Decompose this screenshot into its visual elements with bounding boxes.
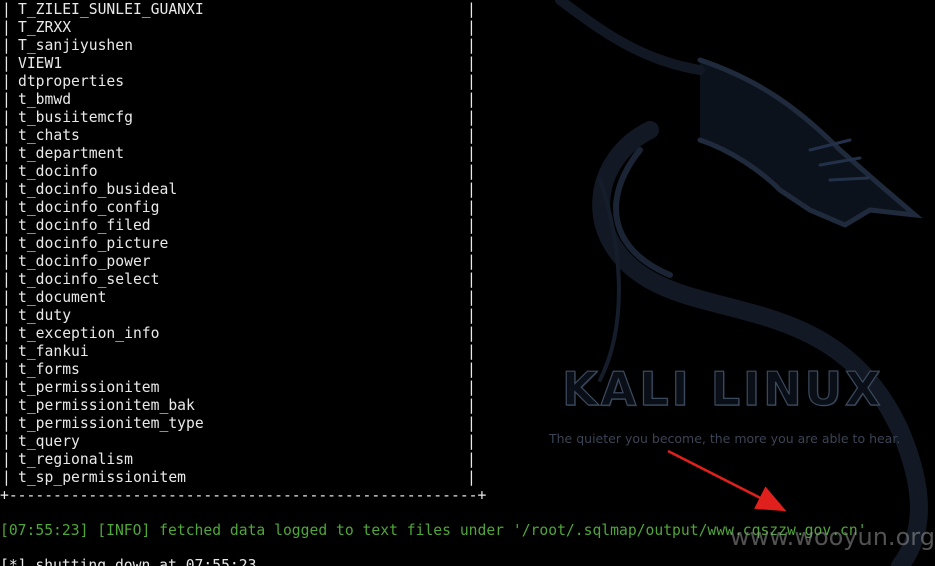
table-row-left-border: | <box>2 289 11 306</box>
table-row-right-border: | <box>467 1 476 18</box>
table-row-right-border: | <box>467 145 476 162</box>
table-row-left-border: | <box>2 361 11 378</box>
table-row-right-border: | <box>467 361 476 378</box>
table-row-value: t_exception_info <box>18 325 160 342</box>
wooyun-watermark: www.wooyun.org <box>730 523 935 551</box>
table-row-right-border: | <box>467 271 476 288</box>
table-row-right-border: | <box>467 73 476 90</box>
terminal-window[interactable]: | T_ZILEI_SUNLEI_GUANXI | | T_ZRXX | | T_sanjiy… <box>0 0 935 566</box>
table-row-value: t_docinfo_select <box>18 271 160 288</box>
table-row-left-border: | <box>2 307 11 324</box>
table-row-right-border: | <box>467 55 476 72</box>
table-row-left-border: | <box>2 379 11 396</box>
table-row-value: t_permissionitem <box>18 379 160 396</box>
table-row-value: t_sp_permissionitem <box>18 469 187 486</box>
table-row-right-border: | <box>467 91 476 108</box>
table-row-left-border: | <box>2 1 11 18</box>
table-row-left-border: | <box>2 469 11 486</box>
table-row-value: t_permissionitem_bak <box>18 397 195 414</box>
table-row-right-border: | <box>467 253 476 270</box>
table-row-right-border: | <box>467 469 476 486</box>
table-row-value: T_ZRXX <box>18 19 72 36</box>
table-row-right-border: | <box>467 235 476 252</box>
table-row-left-border: | <box>2 217 11 234</box>
table-row-left-border: | <box>2 397 11 414</box>
table-row-right-border: | <box>467 451 476 468</box>
table-row-left-border: | <box>2 451 11 468</box>
table-row-right-border: | <box>467 217 476 234</box>
table-row-value: t_docinfo_busideal <box>18 181 178 198</box>
table-row-left-border: | <box>2 325 11 342</box>
table-row-right-border: | <box>467 181 476 198</box>
table-row-left-border: | <box>2 19 11 36</box>
table-row-right-border: | <box>467 289 476 306</box>
table-row-left-border: | <box>2 343 11 360</box>
table-row-value: t_fankui <box>18 343 89 360</box>
table-row-value: t_busiitemcfg <box>18 109 133 126</box>
table-row-left-border: | <box>2 415 11 432</box>
table-row-value: VIEW1 <box>18 55 63 72</box>
table-row-right-border: | <box>467 109 476 126</box>
table-row-left-border: | <box>2 127 11 144</box>
table-row-left-border: | <box>2 145 11 162</box>
table-row-left-border: | <box>2 55 11 72</box>
shutdown-log-line: [*] shutting down at 07:55:23 <box>0 557 257 566</box>
table-row-right-border: | <box>467 307 476 324</box>
table-row-value: t_forms <box>18 361 80 378</box>
table-row-value: t_document <box>18 289 107 306</box>
table-row-value: T_ZILEI_SUNLEI_GUANXI <box>18 1 204 18</box>
table-row-value: T_sanjiyushen <box>18 37 133 54</box>
table-row-left-border: | <box>2 235 11 252</box>
table-row-value: t_permissionitem_type <box>18 415 204 432</box>
table-row-left-border: | <box>2 181 11 198</box>
table-row-value: t_query <box>18 433 80 450</box>
table-row-right-border: | <box>467 163 476 180</box>
table-row-right-border: | <box>467 37 476 54</box>
table-row-value: t_department <box>18 145 125 162</box>
table-row-value: t_docinfo_filed <box>18 217 151 234</box>
table-row-value: t_docinfo_config <box>18 199 160 216</box>
table-row-left-border: | <box>2 163 11 180</box>
table-row-value: t_regionalism <box>18 451 133 468</box>
table-row-value: t_duty <box>18 307 72 324</box>
table-row-right-border: | <box>467 433 476 450</box>
table-row-value: t_docinfo_picture <box>18 235 169 252</box>
table-row-value: t_docinfo_power <box>18 253 151 270</box>
table-row-left-border: | <box>2 109 11 126</box>
table-row-right-border: | <box>467 199 476 216</box>
table-row-left-border: | <box>2 271 11 288</box>
table-row-right-border: | <box>467 397 476 414</box>
table-row-left-border: | <box>2 253 11 270</box>
table-bottom-border: +---------------------------------------… <box>0 487 487 504</box>
table-row-right-border: | <box>467 379 476 396</box>
table-row-left-border: | <box>2 433 11 450</box>
table-row-value: t_chats <box>18 127 80 144</box>
table-row-right-border: | <box>467 415 476 432</box>
table-row-value: t_docinfo <box>18 163 98 180</box>
table-row-left-border: | <box>2 73 11 90</box>
table-row-right-border: | <box>467 325 476 342</box>
table-row-value: dtproperties <box>18 73 125 90</box>
table-row-right-border: | <box>467 127 476 144</box>
table-row-left-border: | <box>2 37 11 54</box>
table-row-left-border: | <box>2 91 11 108</box>
table-row-value: t_bmwd <box>18 91 72 108</box>
table-row-right-border: | <box>467 19 476 36</box>
table-row-right-border: | <box>467 343 476 360</box>
table-row-left-border: | <box>2 199 11 216</box>
